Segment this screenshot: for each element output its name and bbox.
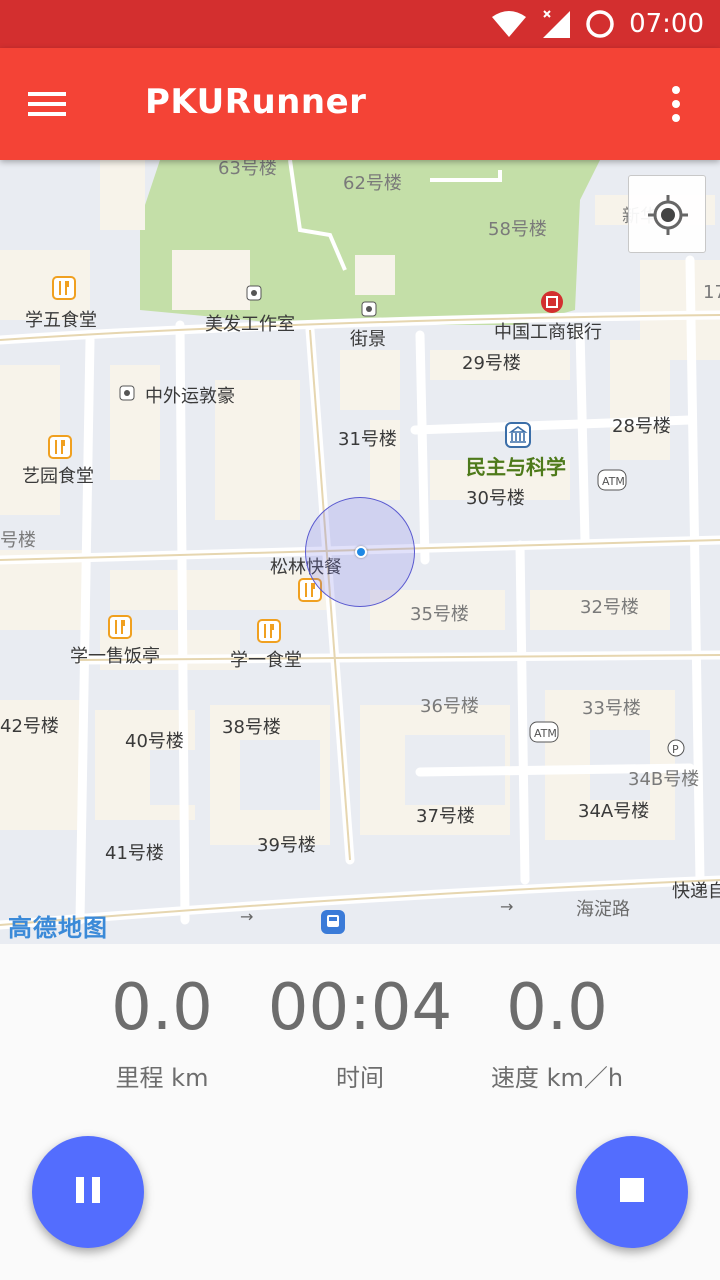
pause-button[interactable] [32,1136,144,1248]
hamburger-menu-icon[interactable] [28,80,84,128]
restaurant-icon [48,435,72,463]
map-label: 39号楼 [257,835,316,856]
time-label: 时间 [336,1064,384,1092]
run-stats-panel: 0.0 里程 km 00:04 时间 0.0 速度 km／h [0,944,720,1280]
atm-icon: ATM [597,469,627,495]
speed-label: 速度 km／h [490,1064,624,1092]
map-label: 35号楼 [410,604,469,625]
map-label: 63号楼 [218,160,277,179]
pause-icon [74,1175,102,1209]
map-label: 34B号楼 [628,769,700,790]
map-label: 号楼 [0,530,36,551]
distance-label: 里程 km [115,1064,209,1092]
map-label: 17 [703,282,720,303]
atm-text: ATM [534,727,557,740]
status-bar: 07:00 [0,0,720,48]
app-bar: PKURunner [0,48,720,160]
map-label: 美发工作室 [205,314,295,335]
map-label: 艺园食堂 [22,466,94,487]
map-label: 民主与科学 [466,455,566,479]
map-label: 58号楼 [488,219,547,240]
map-label: 42号楼 [0,716,59,737]
map-label: 33号楼 [582,698,641,719]
map-label: 36号楼 [420,696,479,717]
bank-icon [540,290,564,318]
map-label: 41号楼 [105,843,164,864]
distance-stat: 0.0 里程 km [62,972,262,1093]
speed-value: 0.0 [506,971,608,1045]
map-label: 31号楼 [338,429,397,450]
time-value: 00:04 [267,971,453,1045]
map-label: 28号楼 [612,416,671,437]
more-vert-icon[interactable] [670,82,694,126]
speed-stat: 0.0 速度 km／h [457,972,657,1093]
amap-logo: 高德地图 [8,914,108,942]
status-time: 07:00 [629,9,704,39]
alarm-ring-icon [585,9,615,39]
atm-text: ATM [602,475,625,488]
my-location-button[interactable] [628,175,706,253]
map-label: 29号楼 [462,353,521,374]
poi-dot-icon [246,285,262,305]
svg-text:→: → [500,897,513,916]
map-label: 30号楼 [466,488,525,509]
restaurant-icon [257,619,281,647]
map-view[interactable]: →→ 63号楼 62号楼 58号楼 新华 17 学五食堂 美发工作室 街景 中国… [0,160,720,944]
distance-value: 0.0 [111,971,213,1045]
map-label: 40号楼 [125,731,184,752]
map-label: 34A号楼 [578,801,650,822]
map-label: 38号楼 [222,717,281,738]
map-label: 学一食堂 [230,650,302,671]
map-label: 中外运敦豪 [145,386,235,407]
svg-text:→: → [240,907,253,926]
app-title: PKURunner [145,82,367,122]
map-label: 街景 [350,329,386,350]
restaurant-icon [108,615,132,643]
restaurant-icon [52,276,76,304]
map-label: 32号楼 [580,597,639,618]
poi-dot-icon [119,385,135,405]
svg-text:P: P [672,743,679,756]
poi-dot-icon [361,301,377,321]
stop-icon [619,1177,645,1207]
time-stat: 00:04 时间 [260,972,460,1093]
map-label: 学五食堂 [25,310,97,331]
map-label: 学一售饭亭 [70,646,160,667]
map-label: 37号楼 [416,806,475,827]
parking-icon: P [667,739,685,761]
cell-signal-icon [541,9,571,39]
map-label-road: 海淀路 [576,899,630,920]
wifi-icon [491,10,527,38]
my-location-icon [648,195,688,239]
government-icon [505,422,531,452]
map-label: 62号楼 [343,173,402,194]
map-label: 快递自 [672,881,720,902]
atm-icon: ATM [529,721,559,747]
stop-button[interactable] [576,1136,688,1248]
map-label: 中国工商银行 [494,322,602,343]
bus-stop-icon [320,909,346,939]
current-location-marker [355,546,367,558]
